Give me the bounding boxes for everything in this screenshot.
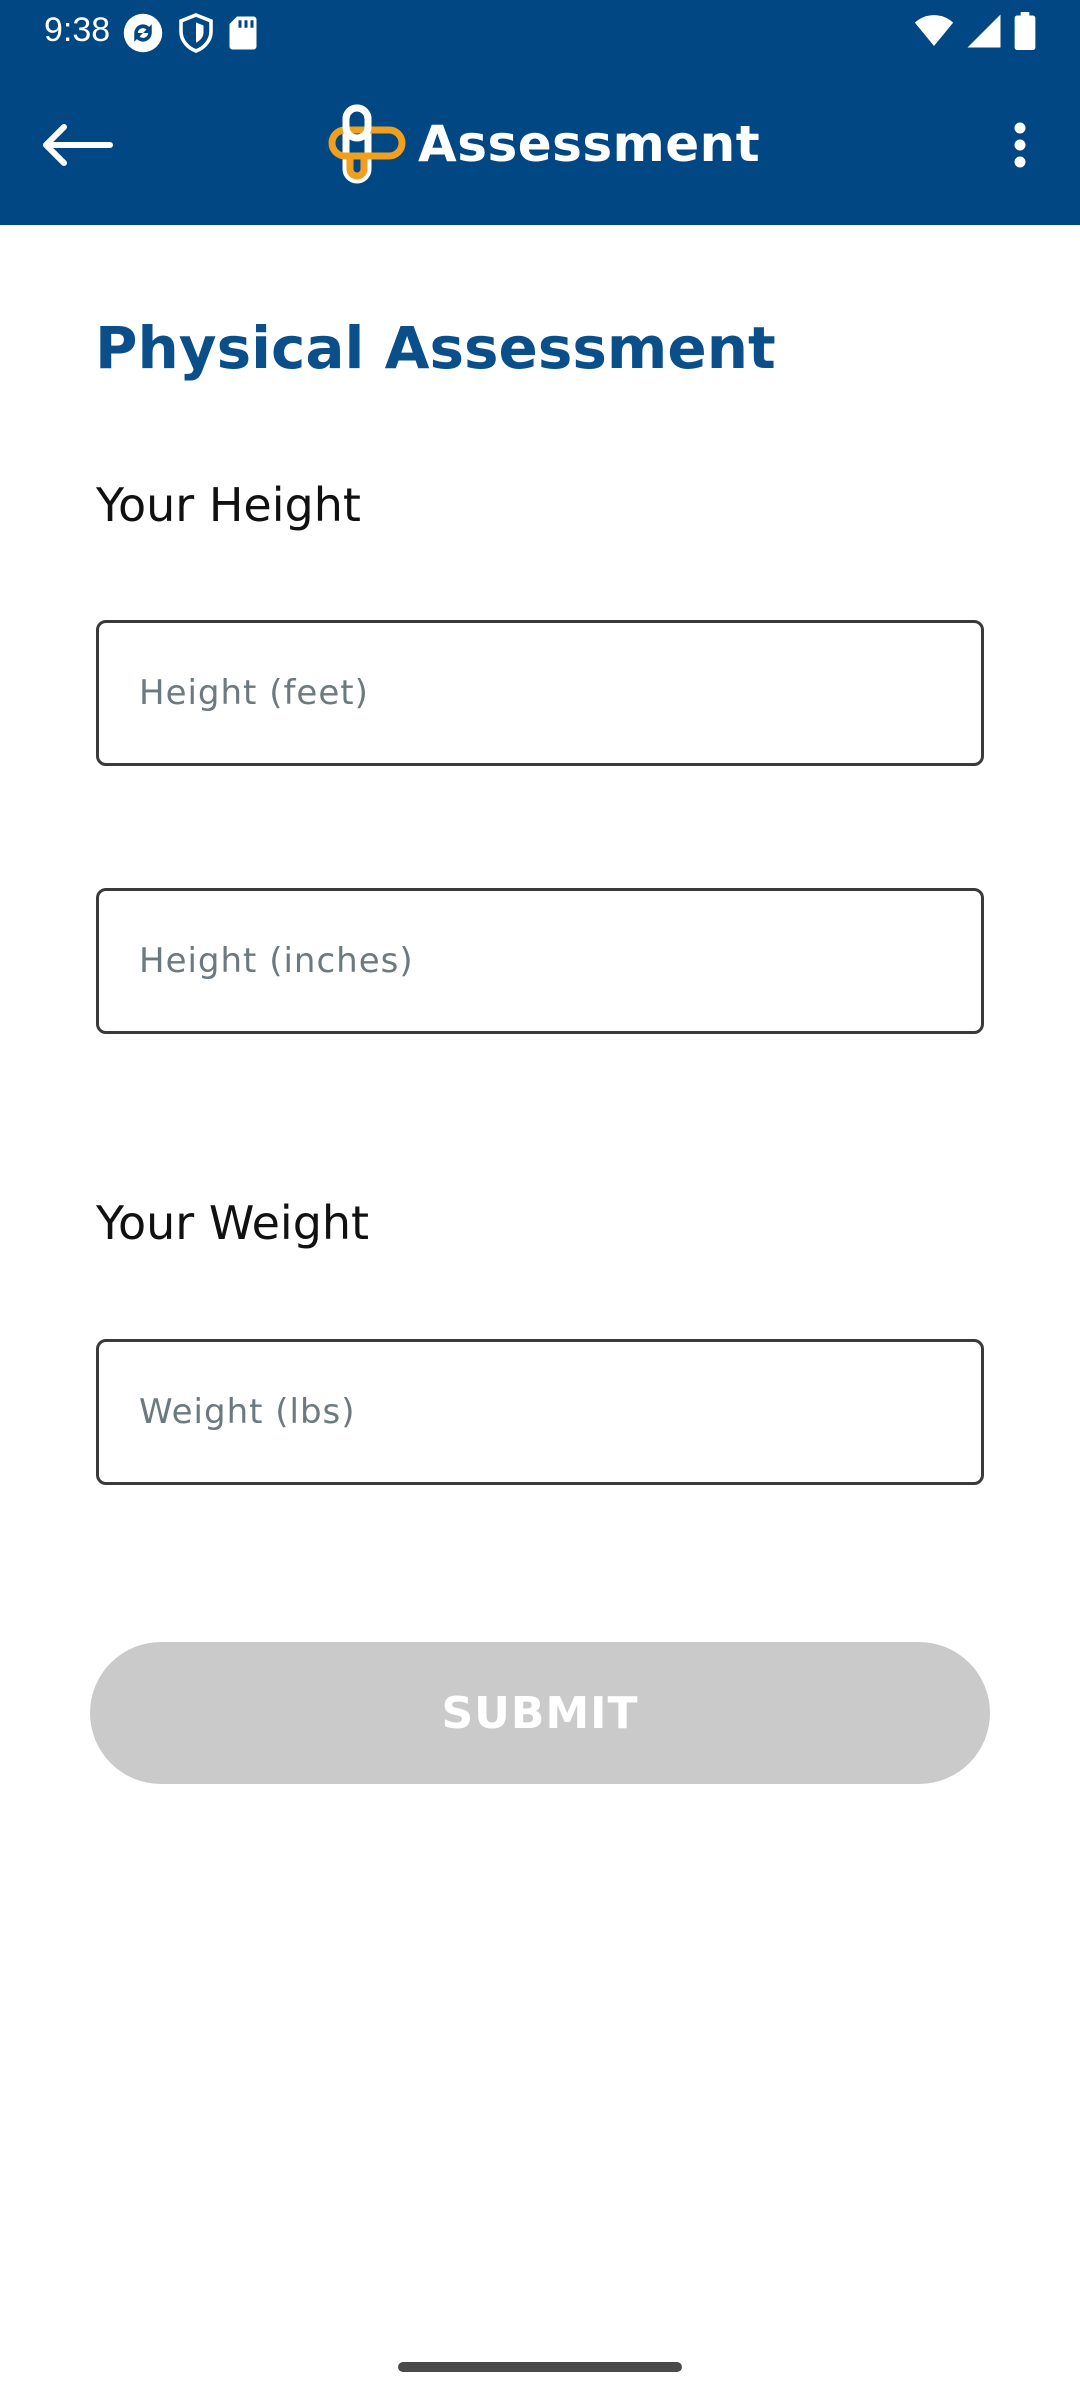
status-right-icons: [914, 12, 1036, 50]
shield-icon: [179, 13, 213, 53]
header: 9:38 Assessment: [0, 0, 1080, 225]
sd-card-icon: [229, 16, 257, 50]
home-indicator[interactable]: [398, 2362, 682, 2372]
submit-button[interactable]: SUBMIT: [90, 1642, 990, 1784]
app-brand: Assessment: [328, 94, 760, 194]
app-bar-title: Assessment: [418, 115, 761, 173]
weight-input[interactable]: [96, 1339, 984, 1485]
height-section-label: Your Height: [96, 478, 361, 532]
status-left-icons: [122, 12, 258, 54]
arrow-left-icon: [43, 124, 113, 166]
height-feet-input[interactable]: [96, 620, 984, 766]
more-vertical-icon: [1014, 122, 1026, 168]
battery-icon: [1014, 12, 1036, 50]
app-logo-icon: [328, 104, 406, 184]
weight-section-label: Your Weight: [96, 1196, 370, 1250]
status-bar: 9:38: [0, 0, 1080, 62]
status-time: 9:38: [44, 11, 111, 49]
back-button[interactable]: [30, 100, 120, 190]
sync-icon: [123, 13, 163, 53]
overflow-menu-button[interactable]: [980, 100, 1060, 190]
height-inches-input[interactable]: [96, 888, 984, 1034]
page-title: Physical Assessment: [95, 314, 776, 382]
app-bar: Assessment: [0, 62, 1080, 225]
cell-signal-icon: [967, 14, 1001, 48]
screen: 9:38 Assessment Physical Assessment Your…: [0, 0, 1080, 2400]
wifi-icon: [914, 15, 954, 46]
